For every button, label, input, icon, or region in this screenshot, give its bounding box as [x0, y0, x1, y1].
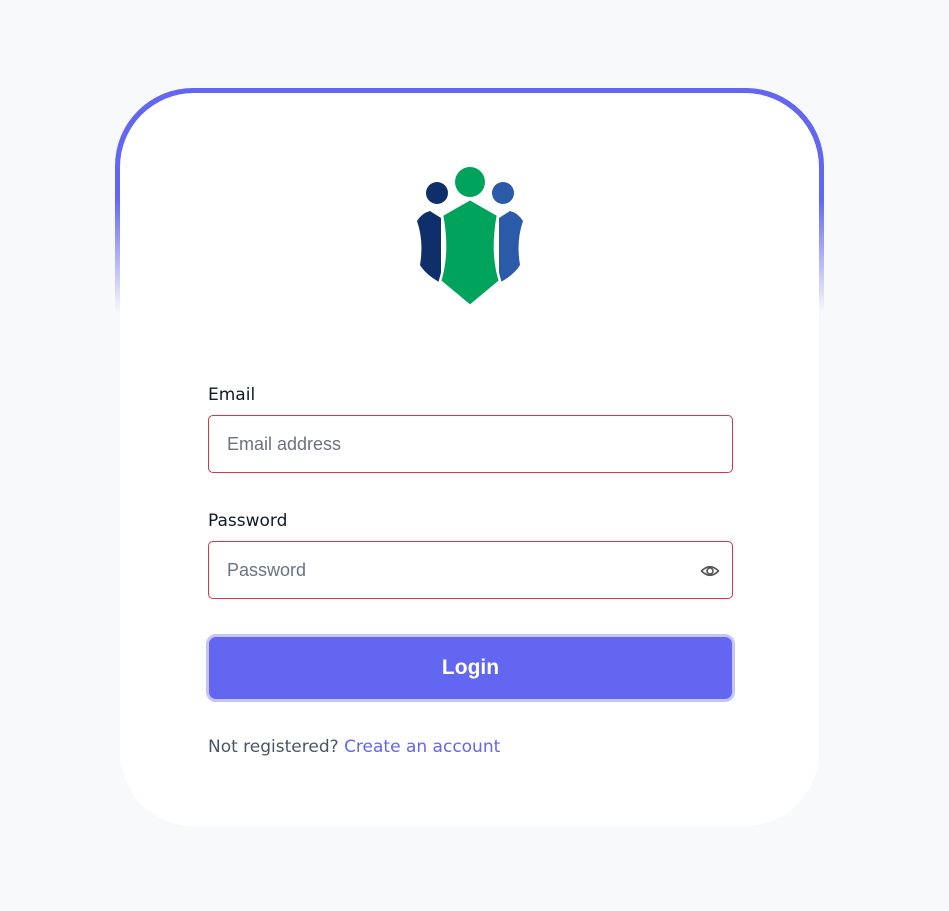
- register-prompt: Not registered?: [208, 737, 339, 757]
- login-button[interactable]: Login: [206, 634, 735, 702]
- login-card: Email Password Login Not registered? Cre…: [120, 93, 819, 826]
- password-field-wrapper: [208, 541, 733, 599]
- password-label: Password: [208, 511, 288, 531]
- password-input[interactable]: [209, 542, 732, 598]
- create-account-link[interactable]: Create an account: [344, 737, 500, 757]
- people-group-logo-icon: [417, 167, 523, 308]
- email-input[interactable]: [209, 416, 732, 472]
- email-field-wrapper: [208, 415, 733, 473]
- login-card-frame: Email Password Login Not registered? Cre…: [115, 88, 824, 826]
- register-prompt-row: Not registered? Create an account: [208, 737, 500, 757]
- eye-icon[interactable]: [700, 561, 720, 581]
- email-label: Email: [208, 385, 256, 405]
- login-button-label: Login: [441, 656, 500, 679]
